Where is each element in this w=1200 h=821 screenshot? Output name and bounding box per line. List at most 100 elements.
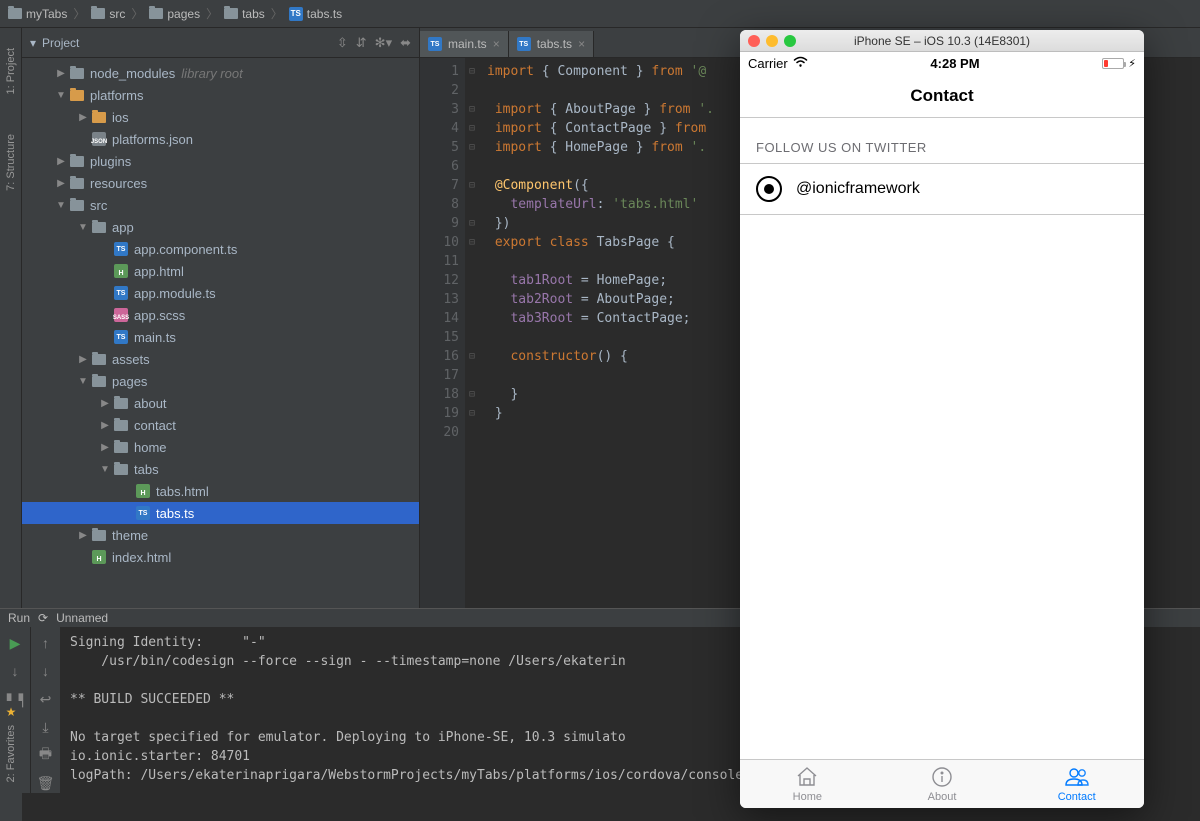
run-aux-toolbar: ↑ ↓ ↩ ⤓ 🖶 🗑 [30, 627, 60, 793]
traffic-lights[interactable] [748, 35, 796, 47]
list-item[interactable]: @ionicframework [740, 163, 1144, 215]
run-config-name[interactable]: Unnamed [56, 611, 108, 625]
ios-tab-about[interactable]: About [875, 760, 1010, 808]
ionic-icon [756, 176, 782, 202]
locate-icon[interactable]: ⇳ [337, 35, 348, 51]
project-panel: ▾ Project ⇳ ⇵ ✻▾ ⬌ ▶node_moduleslibrary … [22, 28, 420, 608]
tree-arrow-icon[interactable]: ▶ [54, 178, 68, 189]
tree-node[interactable]: Htabs.html [22, 480, 419, 502]
minimize-window-icon[interactable] [766, 35, 778, 47]
folder-g-icon [68, 200, 86, 211]
project-tree[interactable]: ▶node_moduleslibrary root▼platforms▶iosJ… [22, 58, 419, 608]
ios-content[interactable]: FOLLOW US ON TWITTER @ionicframework [740, 118, 1144, 759]
tree-node[interactable]: JSONplatforms.json [22, 128, 419, 150]
gear-icon[interactable]: ✻▾ [375, 35, 392, 51]
ts-icon: TS [112, 242, 130, 256]
ts-icon: TS [134, 506, 152, 520]
tree-node[interactable]: ▼app [22, 216, 419, 238]
tree-arrow-icon[interactable]: ▼ [76, 376, 90, 387]
folder-g-icon [68, 178, 86, 189]
scroll-icon[interactable]: ⤓ [36, 717, 56, 737]
ios-tab-home[interactable]: Home [740, 760, 875, 808]
tree-node[interactable]: ▶resources [22, 172, 419, 194]
print-icon[interactable]: 🖶 [36, 745, 56, 765]
folder-g-icon [68, 68, 86, 79]
tree-node[interactable]: ▶about [22, 392, 419, 414]
tree-arrow-icon[interactable]: ▼ [54, 200, 68, 211]
panel-select-icon[interactable]: ▾ [30, 36, 36, 50]
left-tool-rail: 1: Project 7: Structure [0, 28, 22, 608]
tree-arrow-icon[interactable]: ▼ [98, 464, 112, 475]
tree-arrow-icon[interactable]: ▶ [98, 398, 112, 409]
run-button[interactable]: ▶ [5, 633, 25, 653]
folder-g-icon [112, 398, 130, 409]
tree-arrow-icon[interactable]: ▼ [76, 222, 90, 233]
tree-arrow-icon[interactable]: ▶ [76, 354, 90, 365]
close-tab-icon[interactable]: × [493, 37, 500, 51]
breadcrumb-item[interactable]: myTabs [8, 7, 67, 21]
breadcrumb-item[interactable]: TStabs.ts [289, 7, 342, 21]
tree-node[interactable]: Hindex.html [22, 546, 419, 568]
breadcrumb-item[interactable]: tabs [224, 7, 265, 21]
tree-arrow-icon[interactable]: ▶ [76, 530, 90, 541]
tree-arrow-icon[interactable]: ▶ [98, 442, 112, 453]
hide-icon[interactable]: ⬌ [400, 35, 411, 51]
close-window-icon[interactable] [748, 35, 760, 47]
clear-icon[interactable]: 🗑 [36, 773, 56, 793]
sim-titlebar[interactable]: iPhone SE – iOS 10.3 (14E8301) [740, 30, 1144, 52]
ios-tab-contact[interactable]: Contact [1009, 760, 1144, 808]
tree-arrow-icon[interactable]: ▶ [76, 112, 90, 123]
tree-node[interactable]: ▶contact [22, 414, 419, 436]
tree-node[interactable]: ▶node_moduleslibrary root [22, 62, 419, 84]
tree-node[interactable]: SASSapp.scss [22, 304, 419, 326]
folder-g-icon [68, 156, 86, 167]
tree-node[interactable]: ▶plugins [22, 150, 419, 172]
tree-node[interactable]: ▼platforms [22, 84, 419, 106]
tree-node[interactable]: ▼tabs [22, 458, 419, 480]
tool-structure[interactable]: 7: Structure [5, 134, 17, 191]
folder-icon [91, 8, 105, 19]
bottom-rail: ★ 2: Favorites [0, 701, 22, 821]
tool-favorites[interactable]: 2: Favorites [5, 725, 17, 782]
ios-tabbar[interactable]: HomeAboutContact [740, 759, 1144, 808]
tree-node[interactable]: ▶theme [22, 524, 419, 546]
folder-icon [224, 8, 238, 19]
breadcrumb-item[interactable]: pages [149, 7, 200, 21]
tree-node[interactable]: TSapp.component.ts [22, 238, 419, 260]
breadcrumb[interactable]: myTabs〉src〉pages〉tabs〉TStabs.ts [8, 5, 342, 22]
tree-arrow-icon[interactable]: ▶ [54, 68, 68, 79]
stop-button[interactable]: ↓ [5, 661, 25, 681]
wifi-icon [793, 56, 808, 71]
ts-icon: TS [112, 286, 130, 300]
tree-arrow-icon[interactable]: ▶ [98, 420, 112, 431]
tree-node[interactable]: Happ.html [22, 260, 419, 282]
close-tab-icon[interactable]: × [578, 37, 585, 51]
scss-icon: SASS [112, 308, 130, 322]
breadcrumb-item[interactable]: src [91, 7, 125, 21]
tree-node[interactable]: TSmain.ts [22, 326, 419, 348]
tree-node[interactable]: ▶ios [22, 106, 419, 128]
tree-node[interactable]: TSapp.module.ts [22, 282, 419, 304]
tree-node[interactable]: ▼src [22, 194, 419, 216]
list-item-text: @ionicframework [796, 180, 920, 198]
folder-icon [149, 8, 163, 19]
collapse-all-icon[interactable]: ⇵ [356, 35, 367, 51]
up-icon[interactable]: ↑ [36, 633, 56, 653]
tree-node[interactable]: ▶home [22, 436, 419, 458]
ios-status-bar: Carrier 4:28 PM ⚡︎ [740, 52, 1144, 74]
fold-column[interactable]: ⊟⊟⊟⊟⊟⊟⊟⊟⊟⊟ [465, 58, 479, 608]
folder-g-icon [112, 442, 130, 453]
wrap-icon[interactable]: ↩ [36, 689, 56, 709]
tree-node[interactable]: ▶assets [22, 348, 419, 370]
battery-icon [1102, 58, 1124, 69]
tree-arrow-icon[interactable]: ▶ [54, 156, 68, 167]
tree-node[interactable]: TStabs.ts [22, 502, 419, 524]
editor-tab[interactable]: TSmain.ts× [420, 31, 509, 57]
tree-node[interactable]: ▼pages [22, 370, 419, 392]
tool-project[interactable]: 1: Project [5, 48, 17, 94]
status-time: 4:28 PM [930, 56, 979, 71]
tree-arrow-icon[interactable]: ▼ [54, 90, 68, 101]
down-icon[interactable]: ↓ [36, 661, 56, 681]
zoom-window-icon[interactable] [784, 35, 796, 47]
editor-tab[interactable]: TStabs.ts× [509, 31, 594, 57]
